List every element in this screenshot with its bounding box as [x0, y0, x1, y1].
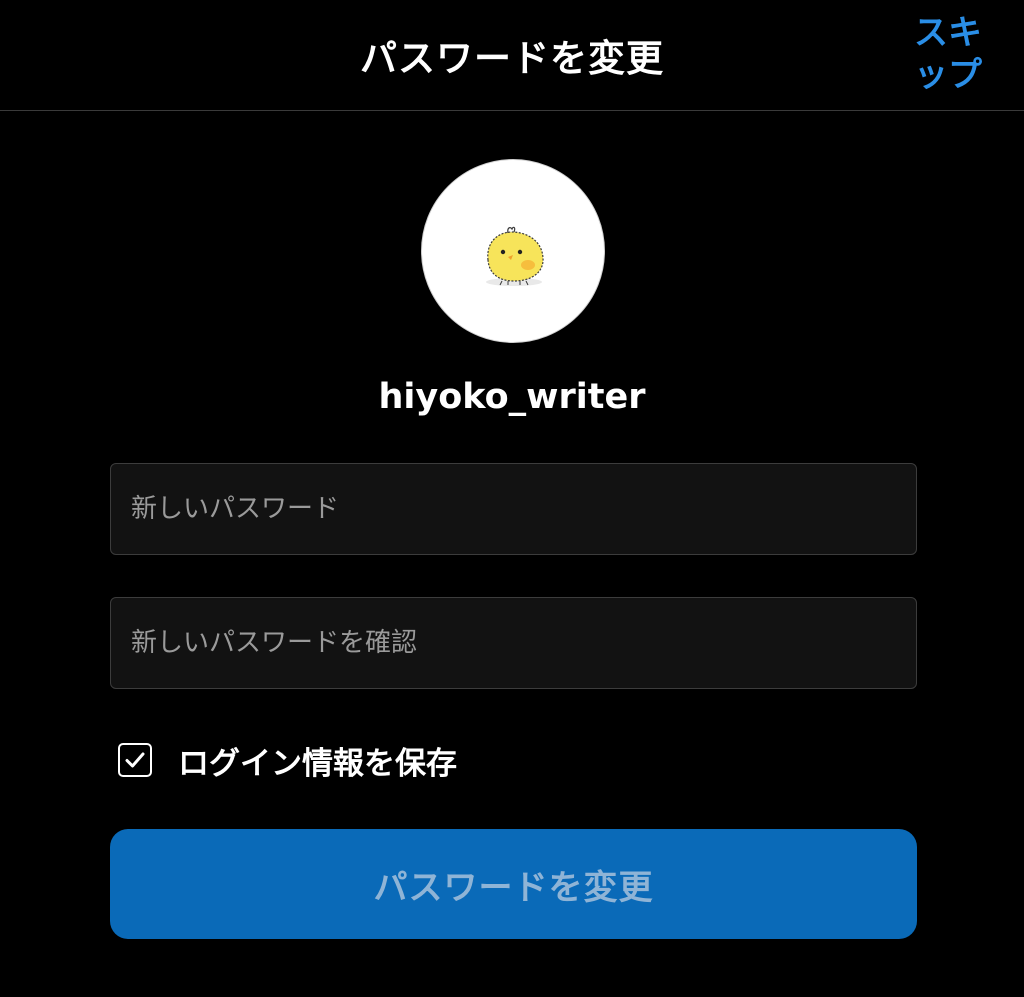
save-login-row: ログイン情報を保存	[118, 740, 457, 782]
confirm-password-input[interactable]	[111, 598, 916, 688]
check-icon	[125, 752, 145, 768]
avatar	[421, 159, 605, 343]
chick-avatar-icon	[486, 226, 544, 286]
header-bar: パスワードを変更 スキップ	[0, 0, 1024, 111]
new-password-input[interactable]	[111, 464, 916, 554]
confirm-password-field	[110, 597, 917, 689]
save-login-label: ログイン情報を保存	[178, 745, 457, 782]
change-password-button[interactable]: パスワードを変更	[110, 829, 917, 939]
new-password-field	[110, 463, 917, 555]
change-password-screen: パスワードを変更 スキップ hiyoko_writer ログイン情報を保存 パス…	[0, 0, 1024, 997]
page-title: パスワードを変更	[360, 37, 664, 80]
skip-button[interactable]: スキップ	[912, 12, 984, 96]
save-login-checkbox[interactable]	[118, 743, 152, 777]
username: hiyoko_writer	[378, 377, 646, 417]
